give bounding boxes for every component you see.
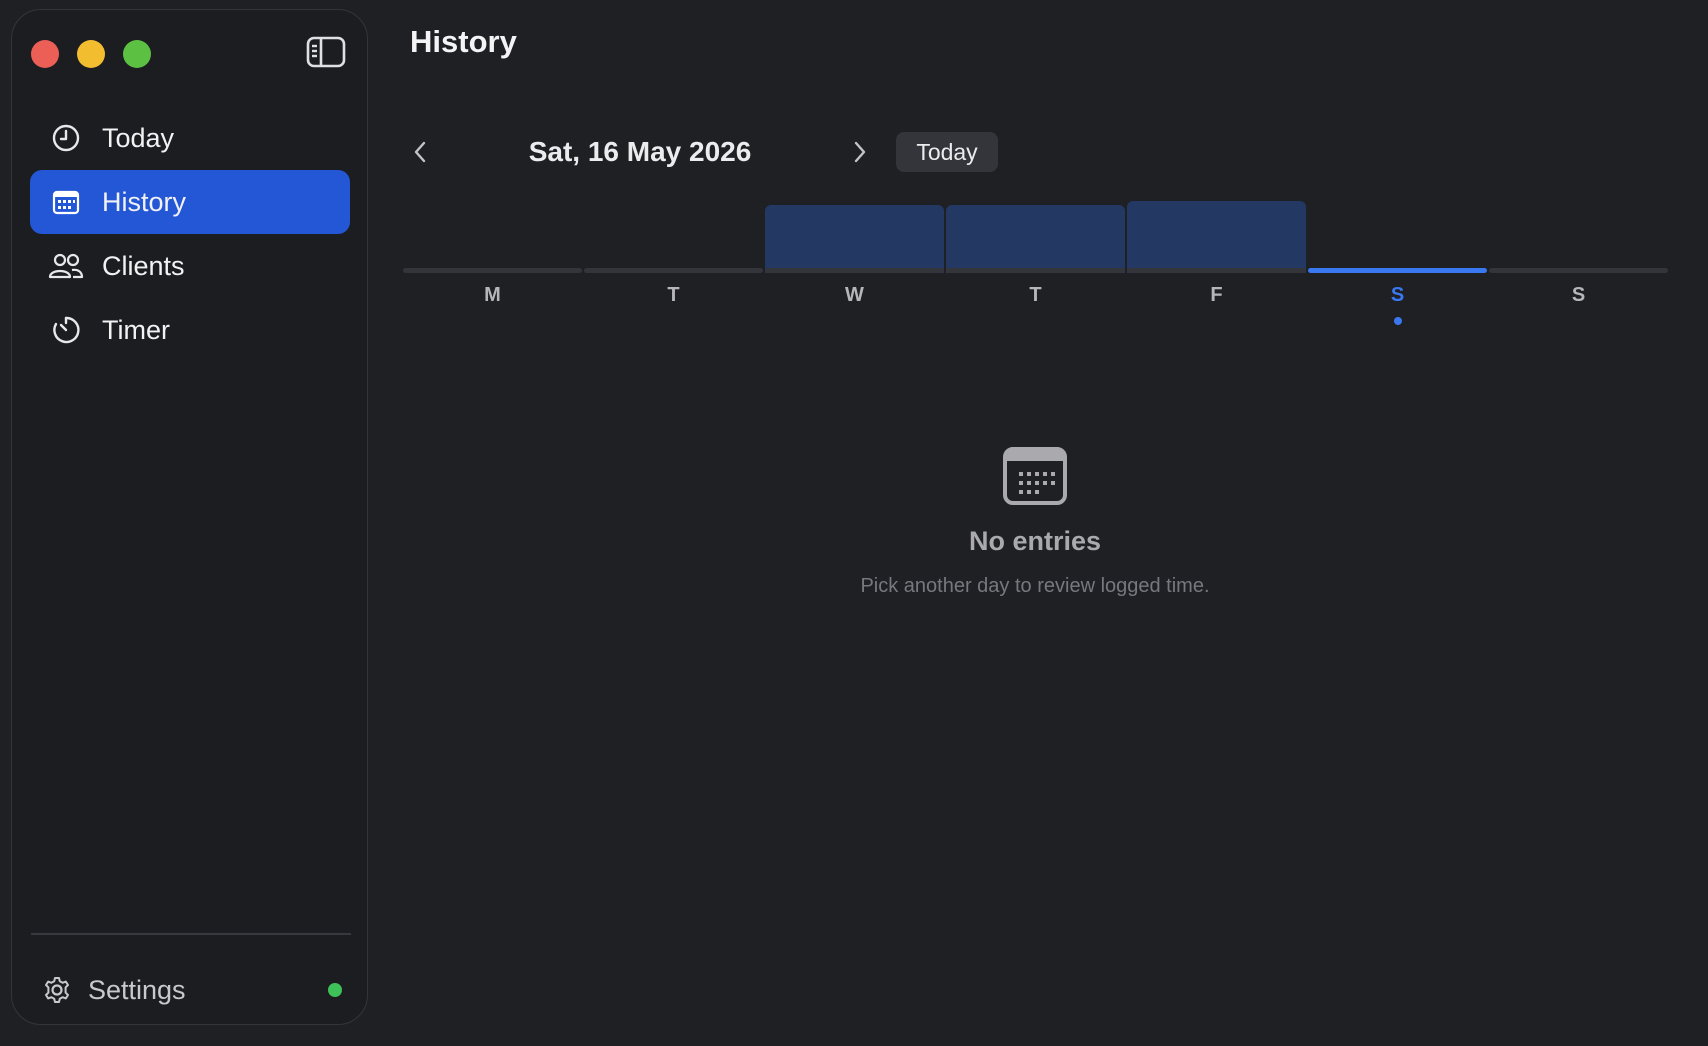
day-baseline	[403, 268, 582, 273]
zoom-window-button[interactable]	[123, 40, 151, 68]
sidebar-toggle-icon	[306, 36, 346, 68]
sidebar-nav: Today History Clients Timer	[30, 106, 350, 362]
day-column[interactable]: S	[1488, 200, 1669, 330]
sidebar: Today History Clients Timer Settings	[11, 9, 368, 1025]
day-logged-time-bar	[1127, 201, 1306, 273]
sidebar-item-timer[interactable]: Timer	[30, 298, 350, 362]
settings-button[interactable]: Settings	[42, 970, 342, 1010]
chevron-right-icon	[854, 141, 866, 163]
day-column[interactable]: F	[1126, 200, 1307, 330]
day-column[interactable]: S	[1307, 200, 1488, 330]
day-logged-time-bar	[765, 205, 944, 273]
day-baseline	[1127, 268, 1306, 273]
calendar-icon	[1002, 446, 1068, 506]
calendar-icon	[46, 182, 86, 222]
day-letter: M	[484, 284, 501, 306]
day-baseline	[1489, 268, 1668, 273]
sidebar-item-label: Clients	[102, 250, 185, 281]
gear-icon	[42, 975, 72, 1005]
empty-state-subtitle: Pick another day to review logged time.	[860, 575, 1210, 597]
selected-date-label: Sat, 16 May 2026	[528, 136, 752, 167]
day-baseline	[1308, 268, 1487, 273]
jump-to-today-button[interactable]: Today	[896, 132, 998, 172]
timer-icon	[46, 310, 86, 350]
day-baseline	[946, 268, 1125, 273]
sidebar-item-history[interactable]: History	[30, 170, 350, 234]
day-letter: S	[1571, 284, 1586, 306]
empty-state-title: No entries	[968, 526, 1102, 556]
close-window-button[interactable]	[31, 40, 59, 68]
minimize-window-button[interactable]	[77, 40, 105, 68]
day-letter: W	[845, 284, 864, 306]
day-baseline	[584, 268, 763, 273]
empty-state: No entries Pick another day to review lo…	[800, 446, 1270, 598]
selected-day-indicator	[1393, 317, 1402, 325]
people-icon	[46, 246, 86, 286]
day-logged-time-bar	[946, 205, 1125, 273]
week-strip: MTWTFSS	[402, 200, 1670, 330]
day-column[interactable]: M	[402, 200, 583, 330]
sidebar-item-label: Today	[102, 122, 175, 153]
day-letter: T	[1029, 284, 1042, 306]
clock-icon	[46, 118, 86, 158]
sidebar-item-label: History	[102, 186, 187, 217]
day-baseline	[765, 268, 944, 273]
next-day-button[interactable]	[840, 128, 880, 176]
day-letter: S	[1390, 284, 1405, 306]
app-window: Today History Clients Timer Settings His…	[0, 0, 1708, 1046]
sidebar-toggle-button[interactable]	[304, 30, 348, 74]
day-column[interactable]: W	[764, 200, 945, 330]
sidebar-divider	[31, 933, 351, 935]
chevron-left-icon	[414, 141, 426, 163]
day-letter: T	[667, 284, 680, 306]
page-title: History	[410, 24, 517, 59]
status-indicator	[328, 983, 342, 997]
sidebar-item-today[interactable]: Today	[30, 106, 350, 170]
day-column[interactable]: T	[945, 200, 1126, 330]
day-column[interactable]: T	[583, 200, 764, 330]
day-letter: F	[1210, 284, 1223, 306]
settings-label: Settings	[88, 974, 186, 1005]
previous-day-button[interactable]	[400, 128, 440, 176]
sidebar-item-clients[interactable]: Clients	[30, 234, 350, 298]
sidebar-item-label: Timer	[102, 314, 170, 345]
